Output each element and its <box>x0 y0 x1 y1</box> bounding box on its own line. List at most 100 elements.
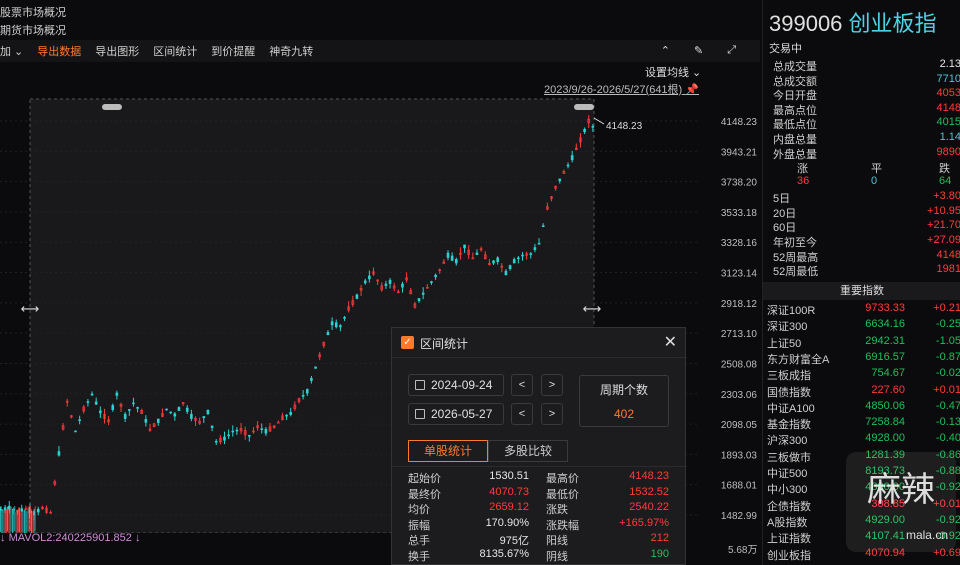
index-row[interactable]: 国债指数 227.60 +0.01 <box>763 384 960 400</box>
candle-body <box>169 411 172 414</box>
perf-row: 52周最高 4148 <box>773 249 960 264</box>
stat-label: 内盘总量 <box>773 134 817 146</box>
candle-body <box>558 178 562 182</box>
start-date-next-button[interactable]: > <box>541 374 563 396</box>
tab-multi-compare[interactable]: 多股比较 <box>488 440 568 462</box>
volume-bar <box>24 509 25 535</box>
resize-handle-icon[interactable]: ⟷ <box>583 301 602 316</box>
y-tick-label: 3533.18 <box>721 208 758 219</box>
start-date-prev-button[interactable]: < <box>511 374 533 396</box>
index-name: 上证50 <box>767 337 802 350</box>
candle-body <box>434 274 437 278</box>
start-date-field[interactable]: 2024-09-24 <box>408 374 504 396</box>
index-name: 中证A100 <box>767 402 815 415</box>
drag-handle-icon[interactable] <box>574 104 594 110</box>
close-icon[interactable]: ✕ <box>664 332 677 352</box>
candle-body <box>264 428 268 434</box>
index-row[interactable]: 上证50 2942.31 -1.05 <box>763 335 960 351</box>
candle-body <box>314 366 317 369</box>
range-stat-label: 振幅 <box>408 519 430 532</box>
volume-bar <box>6 509 7 535</box>
index-name: 企债指数 <box>767 500 811 513</box>
index-row[interactable]: 三板成指 754.67 -0.02 <box>763 367 960 383</box>
candle-body <box>111 405 115 410</box>
y-tick-label: 2918.12 <box>721 299 758 310</box>
pen-icon[interactable]: ✎ <box>694 44 703 57</box>
candle-body <box>36 508 40 513</box>
index-row[interactable]: 深证100R 9733.33 +0.21 <box>763 302 960 318</box>
index-change: -0.47 <box>935 399 960 412</box>
index-name: 东方财富全A <box>767 353 830 366</box>
candle-body <box>517 257 520 260</box>
calendar-icon <box>415 380 425 390</box>
checkbox-icon: ✓ <box>401 336 414 349</box>
candle-body <box>512 259 516 264</box>
candle-body <box>339 325 342 328</box>
end-date-field[interactable]: 2026-05-27 <box>408 403 504 425</box>
index-name: 沪深300 <box>767 435 808 448</box>
index-change: -0.02 <box>935 367 960 380</box>
toolbar-export-graph-button[interactable]: 导出图形 <box>95 43 139 59</box>
resize-handle-icon[interactable]: ⟷ <box>21 301 40 316</box>
tab-single-stock[interactable]: 单股统计 <box>408 440 488 462</box>
stat-label: 总成交额 <box>773 75 817 88</box>
toolbar-range-stats-button[interactable]: 区间统计 <box>153 43 197 59</box>
range-stat-label: 起始价 <box>408 473 441 485</box>
volume-bar <box>1 510 2 536</box>
candle-body <box>86 401 90 403</box>
candle-body <box>583 128 586 132</box>
index-change: -0.87 <box>935 350 960 363</box>
stat-value: 4015 <box>936 116 960 129</box>
candle-body <box>74 430 77 433</box>
perf-label: 52周最低 <box>773 266 819 279</box>
candle-body <box>355 294 359 299</box>
y-tick-label: 2508.08 <box>721 359 758 370</box>
end-date-prev-button[interactable]: < <box>511 403 533 425</box>
volume-bar <box>34 506 36 532</box>
index-name: 上证指数 <box>767 533 811 546</box>
index-change: -0.40 <box>935 432 960 445</box>
candle-body <box>463 244 466 249</box>
candle-body <box>185 407 189 412</box>
futures-market-overview-link[interactable]: 期货市场概况 <box>0 22 66 38</box>
end-date-next-button[interactable]: > <box>541 403 563 425</box>
toolbar-add-button[interactable]: 加 ⌄ <box>0 43 23 59</box>
volume-bar <box>22 510 24 536</box>
y-tick-label: 2098.05 <box>721 420 758 431</box>
expand-icon[interactable]: ⤢ <box>727 44 736 57</box>
volume-axis-label: 5.68万 <box>728 545 758 556</box>
chevron-up-circle-icon[interactable]: ⌃ <box>661 44 670 57</box>
toolbar-price-alert-button[interactable]: 到价提醒 <box>211 43 255 59</box>
index-name: 三板做市 <box>767 451 811 464</box>
index-row[interactable]: 中证A100 4850.06 -0.47 <box>763 400 960 416</box>
stat-label: 最低点位 <box>773 119 817 132</box>
range-stat-value: 4070.73 <box>489 485 529 498</box>
range-stat-value: 1530.51 <box>489 470 529 482</box>
stat-value: 9890 <box>936 145 960 158</box>
volume-bar <box>9 508 11 534</box>
index-row[interactable]: 深证300 6634.16 -0.25 <box>763 318 960 334</box>
updown-count: 36 <box>797 175 810 188</box>
candle-body <box>128 409 131 411</box>
candle-body <box>144 418 148 423</box>
candle-body <box>202 416 206 419</box>
y-tick-label: 1893.03 <box>721 450 758 461</box>
index-row[interactable]: 沪深300 4928.00 -0.40 <box>763 432 960 448</box>
index-row[interactable]: 东方财富全A 6916.57 -0.87 <box>763 351 960 367</box>
perf-label: 年初至今 <box>773 237 817 249</box>
candle-body <box>260 428 264 431</box>
toolbar-magic-nine-button[interactable]: 神奇九转 <box>269 43 313 59</box>
volume-bar <box>28 506 30 532</box>
candle-body <box>214 440 218 443</box>
candle-body <box>165 408 168 411</box>
stock-market-overview-link[interactable]: 股票市场概况 <box>0 4 66 20</box>
perf-row: 20日 +10.95 <box>773 205 960 220</box>
candle-body <box>430 281 433 284</box>
updown-header: 涨 <box>797 163 808 176</box>
drag-handle-icon[interactable] <box>102 104 122 110</box>
volume-bar <box>25 508 26 534</box>
index-row[interactable]: 基金指数 7258.84 -0.13 <box>763 416 960 432</box>
volume-bar <box>19 507 20 533</box>
toolbar-export-data-button[interactable]: 导出数据 <box>37 43 81 59</box>
index-name: 三板成指 <box>767 370 811 383</box>
